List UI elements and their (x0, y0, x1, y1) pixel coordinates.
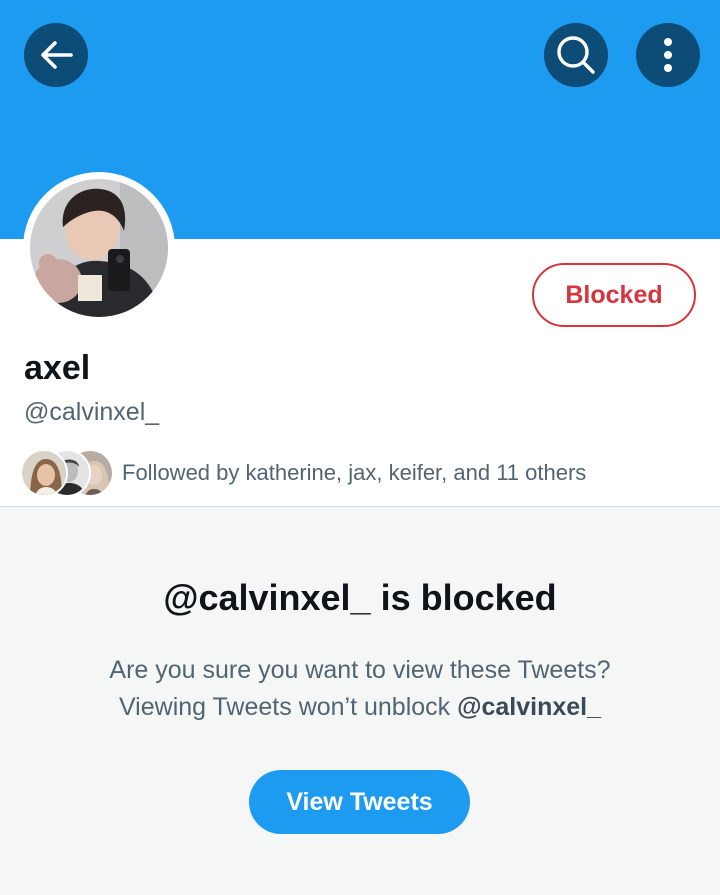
profile-avatar[interactable] (23, 172, 175, 324)
back-button[interactable] (24, 23, 88, 87)
follower-avatars (20, 449, 114, 497)
display-name: axel (24, 349, 91, 387)
blocked-description-prefix: Viewing Tweets won’t unblock (118, 693, 458, 721)
username-handle: @calvinxel_ (24, 398, 160, 426)
blocked-description-line2: Viewing Tweets won’t unblock @calvinxel_ (0, 689, 720, 726)
view-tweets-button[interactable]: View Tweets (249, 770, 470, 834)
blocked-notice-panel: @calvinxel_ is blocked Are you sure you … (0, 506, 720, 895)
arrow-left-icon (39, 40, 73, 70)
followed-by-text: Followed by katherine, jax, keifer, and … (122, 460, 587, 485)
search-button[interactable] (544, 23, 608, 87)
followed-by-row[interactable]: Followed by katherine, jax, keifer, and … (20, 449, 586, 497)
blocked-title: @calvinxel_ is blocked (163, 577, 557, 618)
blocked-description-line1: Are you sure you want to view these Twee… (109, 656, 611, 684)
search-icon (556, 35, 596, 75)
follower-avatar (20, 449, 68, 497)
blocked-description: Are you sure you want to view these Twee… (0, 652, 720, 726)
more-options-button[interactable] (636, 23, 700, 87)
more-vertical-icon (663, 37, 673, 73)
avatar-photo (30, 179, 168, 317)
blocked-handle-mention: @calvinxel_ (457, 693, 602, 721)
blocked-button[interactable]: Blocked (532, 263, 696, 327)
